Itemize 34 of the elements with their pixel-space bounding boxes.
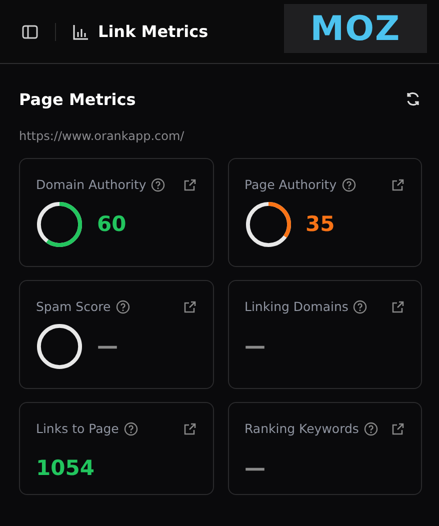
help-icon[interactable] <box>151 178 166 192</box>
sidebar-toggle-icon[interactable] <box>21 22 39 40</box>
metric-value: — <box>244 456 266 480</box>
gauge <box>244 200 292 248</box>
metric-value: 1054 <box>36 456 94 480</box>
metric-label: Spam Score <box>36 299 111 314</box>
logo: MOZ <box>284 4 427 53</box>
help-icon[interactable] <box>342 178 356 192</box>
metric-label: Linking Domains <box>244 299 348 314</box>
metric-label: Domain Authority <box>36 177 146 192</box>
external-link-icon[interactable] <box>182 300 196 314</box>
metric-value: 60 <box>97 212 126 236</box>
refresh-icon[interactable] <box>404 90 422 108</box>
external-link-icon[interactable] <box>182 178 196 192</box>
external-link-icon[interactable] <box>391 178 405 192</box>
external-link-icon[interactable] <box>391 300 405 314</box>
metric-value: — <box>97 334 118 358</box>
metric-label: Page Authority <box>244 177 337 192</box>
page-url: https://www.orankapp.com/ <box>19 129 186 143</box>
help-icon[interactable] <box>116 300 130 314</box>
help-icon[interactable] <box>364 422 378 436</box>
help-icon[interactable] <box>353 300 368 314</box>
help-icon[interactable] <box>124 422 138 436</box>
bar-chart-icon <box>72 22 90 40</box>
metric-label: Links to Page <box>36 421 119 436</box>
metric-label: Ranking Keywords <box>244 421 359 436</box>
page-title: Link Metrics <box>98 22 208 41</box>
external-link-icon[interactable] <box>182 422 196 436</box>
section-title: Page Metrics <box>19 90 136 108</box>
gauge <box>36 200 83 248</box>
gauge <box>36 322 83 370</box>
external-link-icon[interactable] <box>391 422 405 436</box>
metric-value: — <box>244 334 266 358</box>
metric-value: 35 <box>306 212 335 236</box>
